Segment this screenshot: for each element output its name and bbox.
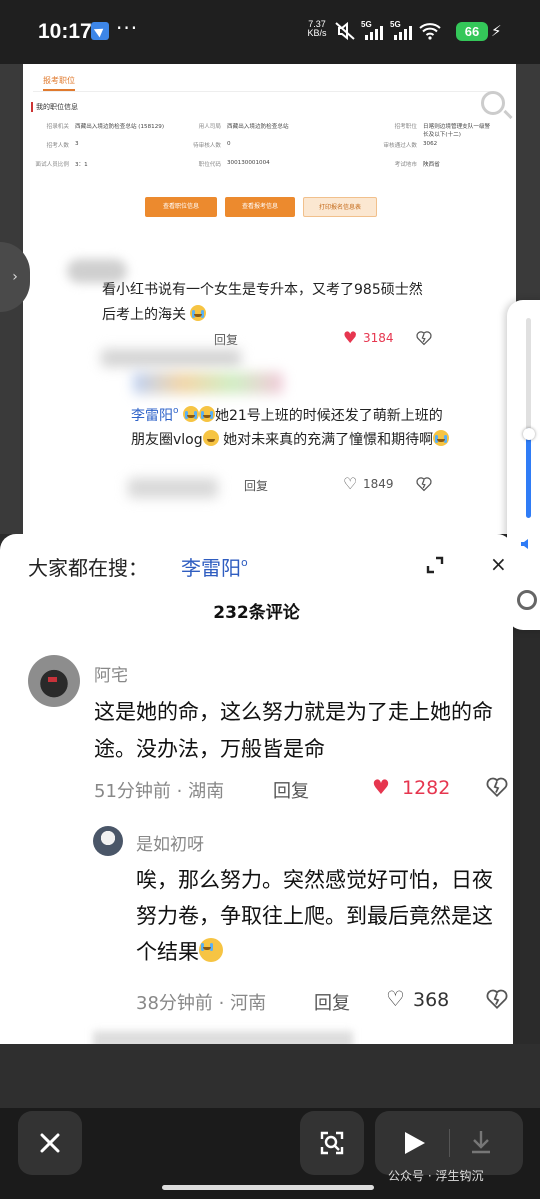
dislike-icon[interactable] bbox=[486, 988, 508, 1010]
close-button[interactable] bbox=[18, 1111, 82, 1175]
play-download-group bbox=[375, 1111, 523, 1175]
battery-indicator: 66 bbox=[456, 22, 488, 41]
network-speed: 7.37 KB/s bbox=[307, 19, 327, 38]
blurred-username bbox=[101, 349, 241, 367]
like-count: 3184 bbox=[363, 331, 394, 345]
dislike-icon[interactable] bbox=[416, 330, 432, 346]
heart-outline-icon[interactable]: ♡ bbox=[386, 987, 405, 1011]
doc-row: 招录机关 西藏出入境边防检查总站 (158129) 用人司局 西藏出入境边防检查总站… bbox=[46, 124, 491, 138]
close-icon bbox=[40, 1133, 60, 1153]
settings-gear-icon[interactable] bbox=[517, 590, 537, 610]
doc-row: 面试人员比例 3：1 职位代码 300130001004 考试地市 陕西省 bbox=[35, 160, 440, 168]
emoji-icon bbox=[202, 430, 219, 446]
clock: 10:17 bbox=[38, 20, 92, 43]
volume-slider-handle[interactable] bbox=[523, 428, 535, 440]
heart-outline-icon[interactable]: ♡ bbox=[343, 474, 357, 493]
reply-link[interactable]: 回复 bbox=[244, 477, 268, 494]
wifi-icon bbox=[419, 23, 441, 40]
dislike-icon[interactable] bbox=[486, 776, 508, 798]
preview-comment-2: 李雷阳o 她21号上班的时候还发了萌新上班的朋友圈vlog 她对未来真的充满了憧… bbox=[131, 399, 451, 452]
blurred-sticker bbox=[133, 372, 283, 394]
reply-button[interactable]: 回复 bbox=[273, 777, 309, 803]
comment-text: 唉，那么努力。突然感觉好可怕，日夜努力卷，争取往上爬。到最后竟然是这个结果 bbox=[136, 868, 493, 964]
reply-link[interactable]: 回复 bbox=[214, 331, 238, 348]
heart-filled-icon[interactable]: ♥ bbox=[372, 775, 390, 799]
volume-slider[interactable] bbox=[526, 318, 531, 518]
search-icon: o bbox=[241, 556, 248, 569]
doc-view-application-button: 查看报考信息 bbox=[225, 197, 295, 217]
comment-username[interactable]: 是如初呀 bbox=[136, 830, 204, 855]
crying-emoji-icon bbox=[182, 406, 199, 422]
crying-emoji-icon bbox=[199, 938, 223, 962]
emoji-icon bbox=[190, 305, 207, 321]
lens-search-button[interactable] bbox=[300, 1111, 364, 1175]
comment-username[interactable]: 阿宅 bbox=[94, 661, 128, 686]
comment-count: 232条评论 bbox=[213, 603, 300, 623]
comment-time-location: 38分钟前 · 河南 bbox=[136, 993, 267, 1014]
avatar[interactable] bbox=[93, 826, 123, 856]
play-icon[interactable] bbox=[401, 1129, 427, 1157]
comment-sheet: 大家都在搜： 李雷阳o × 232条评论 阿宅 这是她的命，这么努力就是为了走上… bbox=[0, 534, 513, 1044]
signal-icon-1: 5G bbox=[361, 20, 385, 41]
status-bar: 10:17 ··· 7.37 KB/s 5G 5G 66 ⚡ bbox=[0, 0, 540, 64]
scan-search-icon bbox=[320, 1131, 344, 1155]
doc-view-position-button: 查看职位信息 bbox=[145, 197, 217, 217]
charging-icon: ⚡ bbox=[491, 22, 502, 40]
download-icon[interactable] bbox=[469, 1129, 493, 1155]
next-comment-peek bbox=[93, 1031, 353, 1044]
mute-icon bbox=[335, 21, 355, 41]
doc-info-grid: 招录机关 西藏出入境边防检查总站 (158129) 用人司局 西藏出入境边防检查总站… bbox=[33, 122, 493, 179]
dislike-icon[interactable] bbox=[416, 476, 432, 492]
speaker-icon[interactable] bbox=[519, 536, 535, 552]
comment-time-location: 51分钟前 · 湖南 bbox=[94, 781, 225, 802]
watermark: 公众号 · 浮生钩沉 bbox=[388, 1169, 484, 1183]
magnifier-icon bbox=[481, 91, 505, 115]
signal-icon-2: 5G bbox=[390, 20, 414, 41]
expand-icon[interactable] bbox=[425, 555, 445, 575]
app-notification-icon bbox=[91, 22, 109, 40]
comment-text: 这是她的命，这么努力就是为了走上她的命途。没办法，万般皆是命 bbox=[94, 700, 493, 761]
search-suggestion-link[interactable]: 李雷阳o bbox=[181, 552, 248, 581]
doc-tab: 报考职位 bbox=[43, 75, 75, 91]
post-image-card: 报考职位 我的职位信息 招录机关 西藏出入境边防检查总站 (158129) 用人司… bbox=[23, 64, 516, 534]
reply-button[interactable]: 回复 bbox=[314, 989, 350, 1015]
crying-emoji-icon bbox=[433, 430, 450, 446]
search-suggestion-label: 大家都在搜： bbox=[28, 556, 148, 580]
preview-comment-1: 看小红书说有一个女生是专升本，又考了985硕士然后考上的海关 bbox=[102, 282, 423, 323]
doc-row: 招考人数 3 待审核人数 0 审核通过人数 3062 bbox=[46, 141, 438, 149]
close-icon[interactable]: × bbox=[490, 552, 507, 576]
doc-print-button: 打印报名信息表 bbox=[303, 197, 377, 217]
like-count: 1282 bbox=[402, 777, 451, 799]
heart-filled-icon[interactable]: ♥ bbox=[343, 328, 357, 347]
blurred-username bbox=[128, 478, 218, 498]
doc-section-title: 我的职位信息 bbox=[31, 102, 78, 112]
like-count: 1849 bbox=[363, 477, 394, 491]
avatar[interactable] bbox=[28, 655, 80, 707]
crying-emoji-icon bbox=[198, 406, 215, 422]
like-count: 368 bbox=[413, 989, 450, 1011]
more-notifications-icon: ··· bbox=[116, 16, 139, 40]
home-indicator[interactable] bbox=[162, 1185, 374, 1190]
